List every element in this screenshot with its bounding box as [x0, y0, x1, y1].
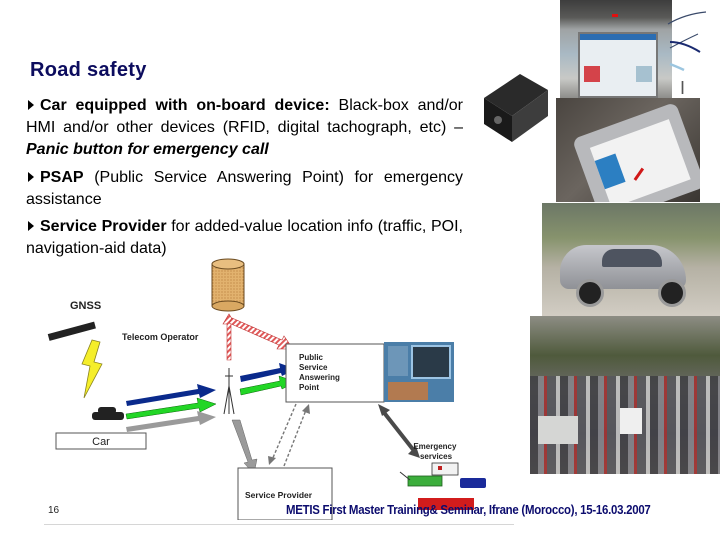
database-to-psap-arrow [228, 317, 294, 350]
gnss-label: GNSS [70, 300, 101, 312]
psap-operator-photo [384, 342, 454, 402]
bullet-psap: PSAP (Public Service Answering Point) fo… [26, 167, 463, 211]
bullet-arrow-icon [28, 100, 34, 111]
dashed-arrowhead [302, 404, 310, 414]
psap-label-line: Public [299, 353, 324, 362]
bullet-text: (Public Service Answering Point) for eme… [26, 169, 463, 208]
system-architecture-diagram: GNSS Car Telecom Operator Public Service… [47, 258, 486, 520]
emergency-label-line: Emergency [413, 442, 457, 451]
ambulance-icon [431, 462, 459, 476]
bullet-bold: Car equipped with on-board device: [40, 97, 330, 114]
police-car-icon [460, 478, 486, 488]
bullet-emphasis: Panic button for emergency call [26, 141, 269, 158]
handheld-pda-photo [556, 98, 700, 202]
car-label: Car [92, 436, 110, 448]
psap-label-line: Point [299, 383, 319, 392]
emergency-services-label: Emergency services [413, 442, 458, 461]
footer-text: METIS First Master Training& Seminar, If… [286, 502, 651, 517]
footer-divider [44, 524, 514, 525]
bullet-bold: PSAP [40, 169, 84, 186]
telecom-operator-label: Telecom Operator [122, 332, 199, 342]
bullet-arrow-icon [28, 221, 34, 232]
tower-to-service-provider-arrow [231, 419, 258, 475]
satellite-icon [47, 321, 96, 341]
silver-car-photo [542, 203, 720, 320]
page-number: 16 [48, 505, 60, 516]
database-icon [211, 258, 245, 312]
bullet-service-provider: Service Provider for added-value locatio… [26, 216, 463, 260]
emergency-label-line: services [420, 452, 453, 461]
service-provider-label: Service Provider [245, 490, 313, 500]
car-icon [92, 407, 124, 420]
black-box-device-photo [484, 74, 548, 142]
cell-tower-icon [223, 368, 235, 415]
bullet-arrow-icon [28, 172, 34, 183]
bullet-bold: Service Provider [40, 218, 167, 235]
lightning-bolt-icon [81, 339, 103, 399]
dashed-arrowhead [268, 456, 276, 465]
psap-label-line: Service [299, 363, 328, 372]
traffic-jam-photo [530, 316, 720, 474]
service-provider-to-psap-dashed-arrow [283, 409, 307, 467]
slide-title: Road safety [30, 59, 147, 81]
psap-label-line: Answering [299, 373, 340, 382]
psap-to-service-provider-dashed-arrow [271, 403, 297, 461]
bullet-onboard-device: Car equipped with on-board device: Black… [26, 95, 463, 161]
